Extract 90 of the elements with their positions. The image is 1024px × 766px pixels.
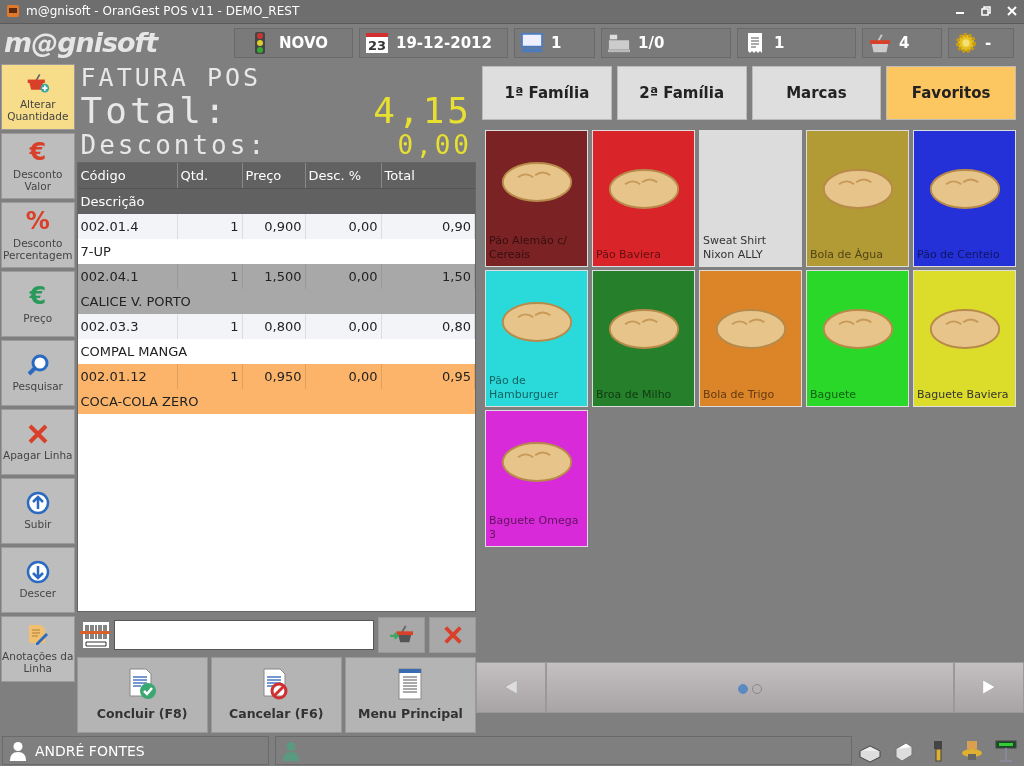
logo: m@gnisoft [3, 27, 160, 59]
restore-icon[interactable] [980, 5, 992, 18]
search-icon [25, 353, 50, 378]
status-value: 1 [774, 33, 785, 52]
category-tab[interactable]: 1ª Família [482, 65, 612, 120]
table-cell: 0,80 [381, 313, 475, 339]
sidebar-button[interactable]: Alterar Quantidade [1, 63, 75, 130]
column-header: Qtd. [177, 162, 243, 188]
product-tile[interactable]: Sweat Shirt Nixon ALLY [699, 129, 802, 267]
sidebar-button[interactable]: € Preço [1, 270, 75, 337]
table-cell: 002.03.3 [77, 313, 178, 339]
action-button[interactable]: Cancelar (F6) [210, 656, 342, 733]
column-header: Desc. % [305, 162, 382, 188]
table-cell-text: COCA-COLA ZERO [79, 392, 200, 411]
table-cell: 0,95 [381, 363, 475, 389]
action-button[interactable]: Menu Principal [344, 656, 476, 733]
status-value: 19-12-2012 [396, 33, 492, 52]
table-cell-text: COMPAL MANGA [79, 342, 189, 361]
table-cell: 0,900 [242, 213, 306, 239]
document-check-icon [127, 668, 158, 701]
table-cell: 0,90 [381, 213, 475, 239]
sidebar-button[interactable]: Apagar Linha [1, 408, 75, 475]
sidebar-button[interactable]: € Desconto Valor [1, 132, 75, 199]
customer-display-icon[interactable] [994, 738, 1018, 763]
app-icon [6, 4, 20, 19]
table-cell: 0,950 [242, 363, 306, 389]
table-cell-text: 7-UP [79, 242, 112, 261]
product-tile[interactable]: Baguete Omega 3 [485, 409, 588, 547]
page-dot[interactable] [738, 683, 748, 694]
table-cell: 1 [177, 263, 243, 289]
product-tile[interactable]: Pão de Hamburguer [485, 269, 588, 407]
arrow-down-icon [25, 560, 50, 585]
column-header: Preço [242, 162, 306, 188]
column-header: Código [77, 162, 178, 188]
euro-icon: € [29, 283, 47, 310]
percent-icon: % [25, 208, 50, 235]
product-tile[interactable]: Bola de Trigo [699, 269, 802, 407]
table-cell: 1 [177, 313, 243, 339]
table-cell: 002.01.12 [77, 363, 178, 389]
sidebar-button[interactable]: Subir [1, 477, 75, 544]
product-tile[interactable]: Bola de Àgua [806, 129, 909, 267]
status-value: 1 [551, 33, 562, 52]
discount-label: Descontos: [80, 129, 268, 160]
table-cell: 1,500 [242, 263, 306, 289]
gear-icon [955, 31, 977, 54]
table-cell: 0,00 [305, 263, 382, 289]
sidebar-button[interactable]: Descer [1, 546, 75, 613]
sidebar-button[interactable]: % Desconto Percentagem [1, 201, 75, 268]
document-type: FATURA POS [80, 63, 263, 92]
user-icon [9, 740, 27, 761]
total-amount: 4,15 [373, 91, 472, 130]
category-tab[interactable]: Marcas [751, 65, 882, 120]
window-title: m@gnisoft - OranGest POS v11 - DEMO_REST [26, 4, 300, 19]
monitor-icon [521, 31, 543, 54]
product-tile[interactable]: Baguete Baviera [913, 269, 1016, 407]
discount-amount: 0,00 [397, 129, 472, 160]
calendar-icon: 23 [366, 32, 388, 53]
product-tile[interactable]: Baguete [806, 269, 909, 407]
arrow-up-icon [25, 491, 50, 516]
table-cell: 1,50 [381, 263, 475, 289]
total-label: Total: [80, 91, 229, 130]
add-to-basket-button[interactable] [378, 616, 425, 653]
category-tab[interactable]: Favoritos [886, 65, 1016, 120]
left-triangle-icon [502, 678, 520, 697]
status-value: 4 [899, 33, 910, 52]
table-cell: 0,800 [242, 313, 306, 339]
user-name: ANDRÉ FONTES [35, 742, 145, 759]
user-icon [281, 740, 300, 761]
category-tab[interactable]: 2ª Família [616, 65, 747, 120]
barcode-icon [79, 621, 110, 648]
status-value: 1/0 [638, 33, 665, 52]
table-cell-text: CALICE V. PORTO [79, 292, 192, 311]
table-cell: 002.04.1 [77, 263, 178, 289]
status-value: NOVO [279, 33, 328, 52]
column-header: Descrição [77, 187, 475, 214]
right-triangle-icon [980, 678, 998, 697]
table-cell: 0,00 [305, 213, 382, 239]
table-cell: 1 [177, 213, 243, 239]
table-cell: 0,00 [305, 363, 382, 389]
close-icon[interactable] [1006, 5, 1018, 18]
table-cell: 002.01.4 [77, 213, 178, 239]
table-cell: 1 [177, 363, 243, 389]
column-header: Total [383, 166, 416, 185]
status-value: - [985, 33, 992, 52]
action-button[interactable]: Concluir (F8) [76, 656, 208, 733]
scale-icon[interactable] [960, 738, 984, 763]
euro-icon: € [29, 139, 47, 166]
sidebar-button[interactable]: Pesquisar [1, 339, 75, 406]
sidebar-button[interactable]: Anotações da Linha [1, 615, 75, 682]
table-cell: 0,00 [305, 313, 382, 339]
